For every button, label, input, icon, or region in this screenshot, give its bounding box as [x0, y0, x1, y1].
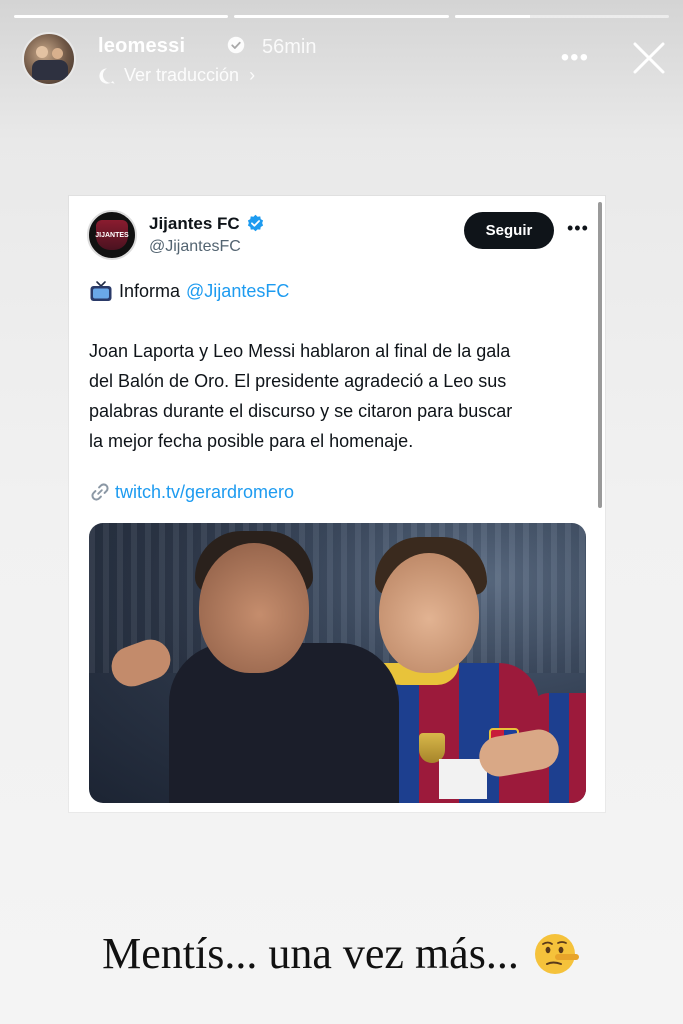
lying-face-emoji-icon: [534, 933, 579, 974]
translate-label: Ver traducción: [124, 65, 240, 85]
scrollbar[interactable]: [598, 202, 602, 508]
verified-badge-icon: [247, 214, 264, 232]
tweet-avatar[interactable]: JIJANTES: [87, 210, 137, 260]
more-icon[interactable]: •••: [567, 218, 589, 239]
story-progress-bar: [14, 15, 669, 18]
tweet-photo[interactable]: [89, 523, 586, 803]
verified-badge-icon: [227, 36, 245, 54]
link-text: twitch.tv/gerardromero: [115, 481, 295, 502]
username[interactable]: leomessi: [98, 35, 185, 58]
time-ago: 56min: [262, 36, 317, 58]
close-icon[interactable]: [631, 40, 667, 76]
link-icon: [91, 483, 109, 501]
informa-line: Informa @JijantesFC: [89, 280, 289, 302]
more-icon[interactable]: •••: [561, 44, 589, 72]
progress-segment: [14, 15, 229, 18]
progress-segment: [454, 15, 669, 18]
mention-link[interactable]: @JijantesFC: [186, 281, 289, 302]
progress-segment: [234, 15, 449, 18]
tweet-display-name[interactable]: Jijantes FC: [149, 214, 240, 234]
tweet-link[interactable]: twitch.tv/gerardromero: [89, 481, 294, 503]
translate-link[interactable]: Ver traducción ›: [98, 65, 255, 86]
tweet-body: Joan Laporta y Leo Messi hablaron al fin…: [89, 341, 513, 451]
television-icon: [90, 281, 112, 301]
tweet-card[interactable]: JIJANTES Jijantes FC @JijantesFC Seguir …: [69, 196, 605, 812]
tweet-handle[interactable]: @JijantesFC: [149, 238, 241, 256]
story-caption: Mentís... una vez más...: [0, 928, 683, 979]
avatar[interactable]: [22, 32, 76, 86]
chevron-right-icon: ›: [249, 65, 256, 85]
translate-bubble-icon: [99, 67, 115, 84]
follow-button[interactable]: Seguir: [464, 212, 554, 249]
jijantes-logo: JIJANTES: [95, 220, 129, 250]
story-header: leomessi 56min Ver traducción › •••: [22, 32, 667, 90]
caption-text: Mentís... una vez más...: [102, 929, 519, 978]
informa-prefix: Informa: [119, 280, 181, 301]
